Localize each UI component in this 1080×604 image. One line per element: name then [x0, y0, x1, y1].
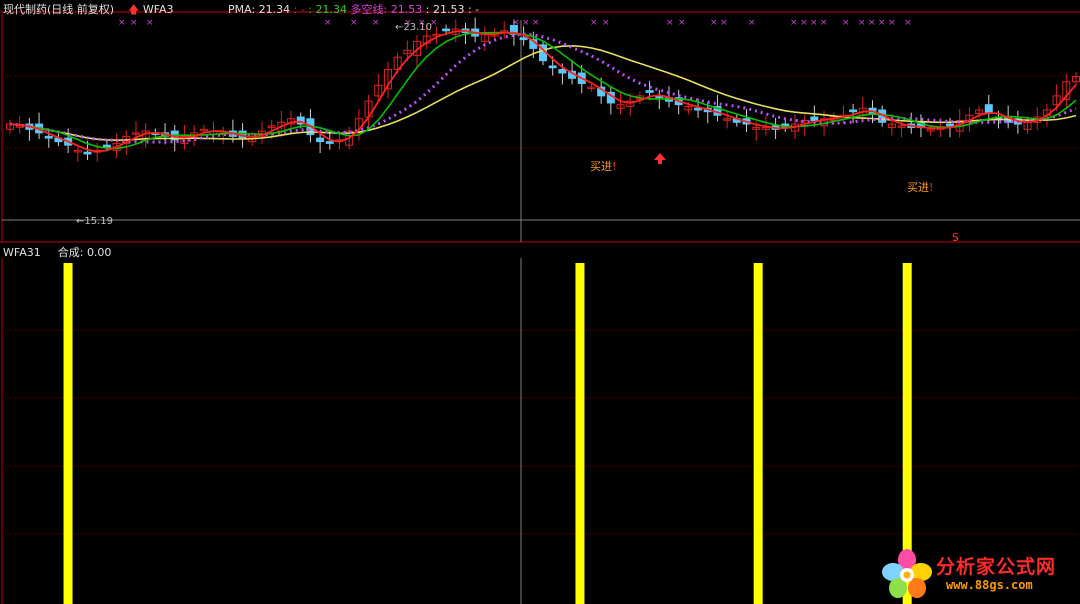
sell-s-marker: S [952, 231, 959, 244]
stock-title: 现代制药(日线 前复权) [3, 3, 115, 16]
x-marker: × [602, 18, 610, 28]
buy-signal-label: 买进! [590, 160, 617, 173]
x-marker: × [130, 18, 138, 28]
sub-panel-header[interactable]: WFA31 合成: 0.00 [3, 246, 111, 260]
x-marker: × [810, 18, 818, 28]
up-arrow-icon [654, 153, 666, 164]
watermark-url: www.88gs.com [946, 578, 1033, 592]
signal-bar [575, 263, 585, 604]
signal-bars [63, 263, 912, 604]
x-marker: × [858, 18, 866, 28]
sep-2: : 21.34 [308, 3, 348, 16]
sub-indicator-name: WFA31 [3, 246, 41, 259]
candle-body [325, 141, 334, 144]
indicator-name: WFA3 [142, 3, 174, 16]
candle-body [442, 28, 451, 32]
x-marker: × [522, 18, 530, 28]
x-marker: × [878, 18, 886, 28]
candle-body [316, 137, 325, 143]
candle-body [83, 151, 92, 155]
sep-3: : 21.53 [425, 3, 465, 16]
x-marker: × [710, 18, 718, 28]
chart-canvas[interactable]: × × × × × × × × × × × × × × × × × × × × × × × × × × × × × S [0, 0, 1080, 604]
candle-body [558, 69, 567, 74]
candle-body [44, 135, 53, 139]
x-marker: × [532, 18, 540, 28]
main-gridlines [2, 75, 1080, 149]
x-marker: × [590, 18, 598, 28]
x-marker: × [324, 18, 332, 28]
signal-bar [63, 263, 73, 604]
x-marker: × [118, 18, 126, 28]
buy-signal-label: 买进! [907, 181, 934, 194]
watermark-text: 分析家公式网 [936, 556, 1057, 578]
x-marker: × [512, 18, 520, 28]
dkx-label: 多空线: [350, 3, 388, 16]
pma-label: PMA: [228, 3, 256, 16]
moving-average-lines [9, 29, 1077, 153]
x-marker: × [888, 18, 896, 28]
top-x-markers: × × × × × × × × × × × × × × × × × × × × × × × × × × × × × [118, 18, 912, 28]
svg-text:S: S [952, 231, 959, 244]
x-marker: × [748, 18, 756, 28]
high-price-label: ←23.10 [395, 22, 433, 33]
watermark-logo: 分析家公式网 www.88gs.com [880, 548, 1076, 600]
signal-bar [753, 263, 763, 604]
pma-value: 21.34 [258, 3, 291, 16]
x-marker: × [868, 18, 876, 28]
x-marker: × [720, 18, 728, 28]
indicator-values: PMA: 21.34 : - : 21.34 多空线: 21.53 : 21.5… [228, 3, 479, 17]
sub-value: 0.00 [86, 246, 112, 259]
x-marker: × [666, 18, 674, 28]
chart-title: 现代制药(日线 前复权) [3, 3, 114, 17]
sep-4: : - [467, 3, 480, 16]
up-arrow-icon: 🡅 [128, 3, 140, 16]
sub-gridlines [2, 329, 1080, 535]
flower-icon [882, 549, 932, 598]
candlestick-series [6, 17, 1080, 162]
x-marker: × [820, 18, 828, 28]
low-price-label: ←15.19 [76, 216, 114, 227]
indicator-header[interactable]: 🡅 WFA3 [128, 3, 174, 17]
candle-body [548, 65, 557, 69]
dkx-value: 21.53 [390, 3, 423, 16]
short-ma-line [9, 29, 1077, 153]
x-marker: × [800, 18, 808, 28]
x-marker: × [350, 18, 358, 28]
sub-panel [1, 258, 522, 604]
candle-body [849, 109, 858, 113]
candle-body [645, 90, 654, 93]
x-marker: × [790, 18, 798, 28]
sep-1: : - [293, 3, 305, 16]
x-marker: × [904, 18, 912, 28]
x-marker: × [678, 18, 686, 28]
candle-body [810, 116, 819, 122]
x-marker: × [146, 18, 154, 28]
candle-body [102, 144, 111, 148]
x-marker: × [842, 18, 850, 28]
candle-body [946, 123, 955, 127]
candle-body [519, 37, 528, 41]
sub-value-label: 合成: [57, 246, 84, 259]
x-marker: × [372, 18, 380, 28]
